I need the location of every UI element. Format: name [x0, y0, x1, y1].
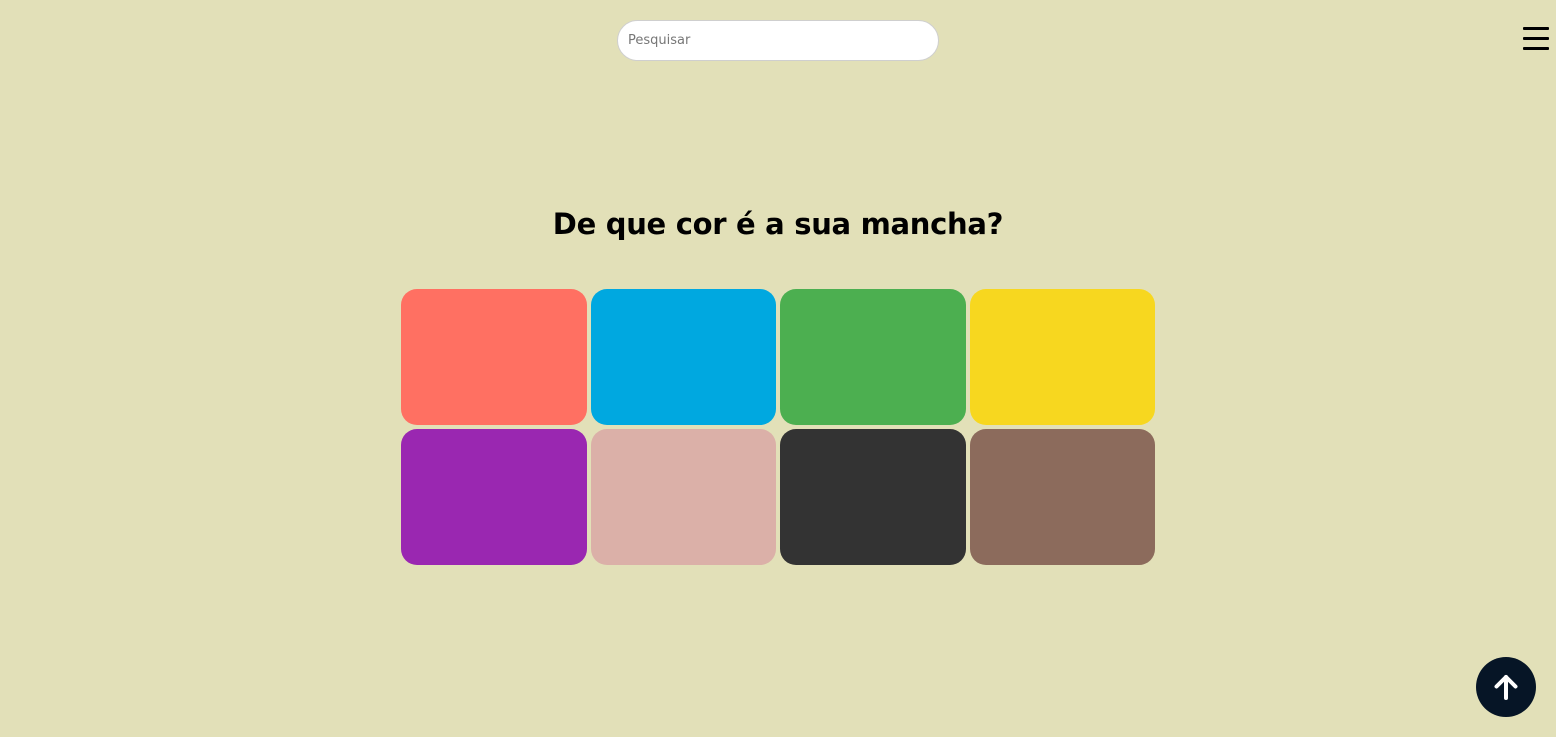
menu-button[interactable]: [1521, 25, 1551, 53]
color-option-roxo[interactable]: [401, 429, 587, 565]
search-input[interactable]: [617, 20, 939, 61]
color-option-verde[interactable]: [780, 289, 966, 425]
color-option-azul[interactable]: [590, 289, 776, 425]
color-option-marrom[interactable]: [969, 429, 1155, 565]
scroll-to-top-button[interactable]: [1476, 657, 1536, 717]
color-option-preto[interactable]: [780, 429, 966, 565]
color-option-amarelo[interactable]: [969, 289, 1155, 425]
color-option-vermelho[interactable]: [401, 289, 587, 425]
color-grid: [401, 289, 1155, 565]
search-bar: [617, 20, 939, 61]
color-option-rosa[interactable]: [590, 429, 776, 565]
page-title: De que cor é a sua mancha?: [552, 207, 1004, 241]
arrow-up-icon: [1494, 675, 1518, 700]
